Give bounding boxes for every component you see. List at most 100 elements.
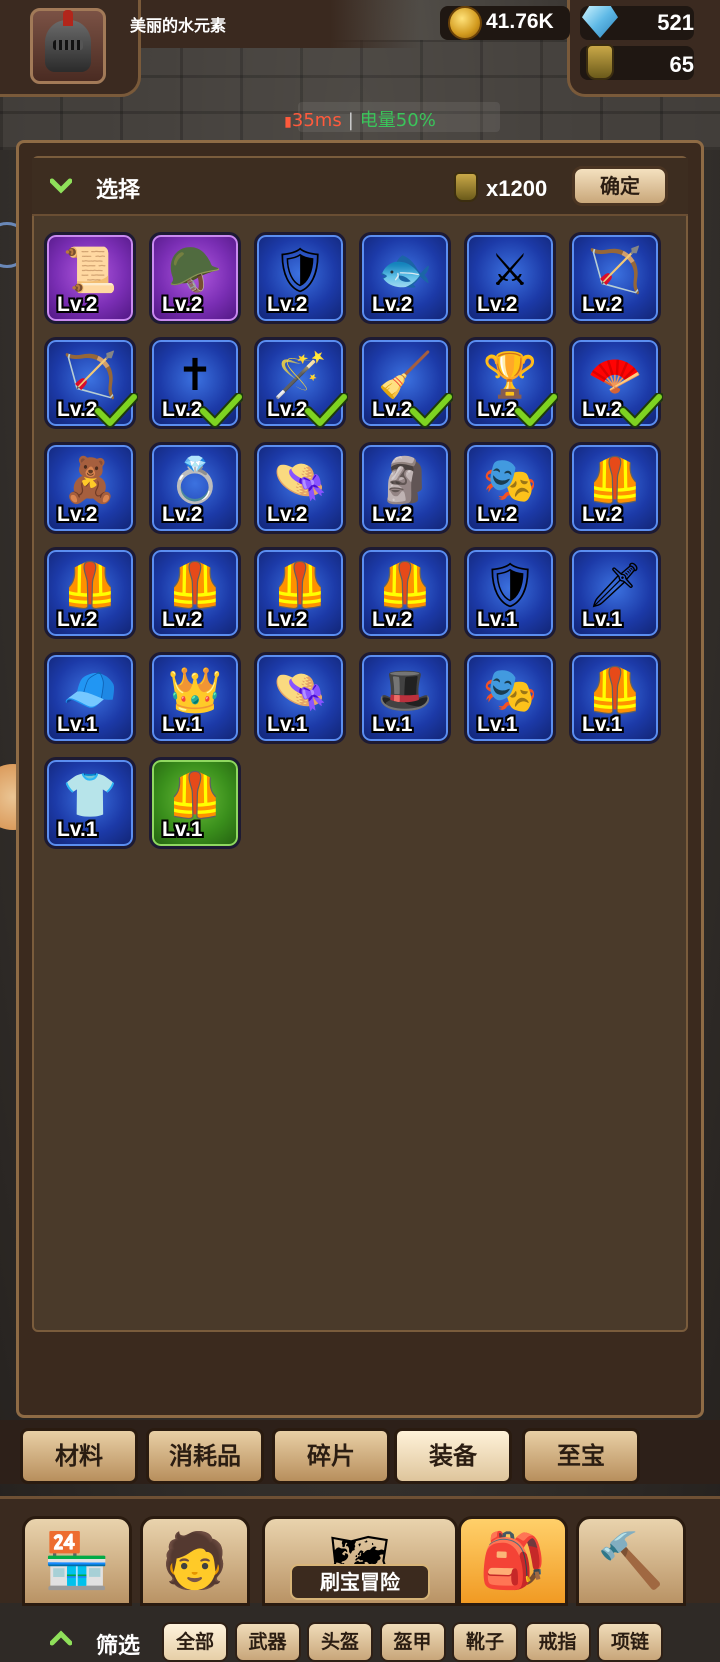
category-tab[interactable]: 材料 xyxy=(20,1428,138,1484)
wig-helmet-icon: 🗿 xyxy=(377,455,433,506)
white-cap-icon: 🧢 xyxy=(62,665,118,716)
item-slot[interactable]: 🦺 Lv.2 xyxy=(149,547,241,639)
item-level: Lv.2 xyxy=(162,503,203,526)
filter-tab[interactable]: 项链 xyxy=(597,1622,663,1662)
mask-icon: 🎭 xyxy=(482,665,538,716)
item-level: Lv.1 xyxy=(57,818,98,841)
filter-tab[interactable]: 戒指 xyxy=(524,1622,591,1662)
item-level: Lv.2 xyxy=(57,503,98,526)
item-slot[interactable]: 🎭 Lv.1 xyxy=(464,652,556,744)
item-slot[interactable]: 🦺 Lv.2 xyxy=(359,547,451,639)
gold-armor-icon: 🦺 xyxy=(167,770,223,821)
filter-tab[interactable]: 头盔 xyxy=(307,1622,373,1662)
filter-tab[interactable]: 武器 xyxy=(234,1622,301,1662)
item-slot[interactable]: 🪖 Lv.2 xyxy=(149,232,241,324)
item-slot[interactable]: 🦺 Lv.1 xyxy=(569,652,661,744)
item-slot[interactable]: 🎩 Lv.1 xyxy=(359,652,451,744)
confirm-button[interactable]: 确定 xyxy=(572,166,668,206)
chevron-up-icon[interactable] xyxy=(50,1628,72,1650)
forge-icon: 🔨 xyxy=(597,1529,665,1592)
checkmark-icon xyxy=(199,393,243,428)
item-slot[interactable]: 🧢 Lv.1 xyxy=(44,652,136,744)
item-grid-area xyxy=(32,156,688,1332)
item-slot[interactable]: 👒 Lv.1 xyxy=(254,652,346,744)
tiara-icon: 👑 xyxy=(167,665,223,716)
status-divider: | xyxy=(347,110,354,131)
item-level: Lv.2 xyxy=(477,503,518,526)
checkmark-icon xyxy=(409,393,453,428)
item-slot[interactable]: 🐟 Lv.2 xyxy=(359,232,451,324)
category-tab[interactable]: 至宝 xyxy=(522,1428,640,1484)
item-slot[interactable]: 👑 Lv.1 xyxy=(149,652,241,744)
ping-value: 35ms xyxy=(291,110,342,131)
filter-tab[interactable]: 全部 xyxy=(162,1622,228,1662)
lava-armor-icon: 🦺 xyxy=(587,455,643,506)
item-level: Lv.2 xyxy=(267,293,308,316)
checkmark-icon xyxy=(94,393,138,428)
select-title: 选择 xyxy=(96,178,141,203)
item-slot[interactable]: 👒 Lv.2 xyxy=(254,442,346,534)
item-slot[interactable]: 💍 Lv.2 xyxy=(149,442,241,534)
straw-hat-icon: 👒 xyxy=(272,455,328,506)
pink-armor-icon: 🦺 xyxy=(62,560,118,611)
light-saber-icon: ⚔ xyxy=(490,245,530,296)
player-name: 美丽的水元素 xyxy=(130,16,227,35)
gem-amount: 521 xyxy=(657,10,694,35)
gold-coin-icon xyxy=(448,6,482,40)
item-slot[interactable]: 🦺 Lv.2 xyxy=(569,442,661,534)
item-level: Lv.2 xyxy=(477,398,518,421)
cost-amount: x1200 xyxy=(486,176,548,201)
gold-amount: 41.76K xyxy=(486,10,554,33)
item-slot[interactable]: 🦺 Lv.2 xyxy=(254,547,346,639)
item-slot[interactable]: 🦺 Lv.1 xyxy=(149,757,241,849)
adventure-label: 刷宝冒险 xyxy=(290,1564,430,1600)
item-slot[interactable]: 🛡 Lv.1 xyxy=(464,547,556,639)
item-slot[interactable]: 🏹 Lv.2 xyxy=(569,232,661,324)
filter-tab[interactable]: 靴子 xyxy=(452,1622,518,1662)
item-slot[interactable]: 🗡 Lv.1 xyxy=(569,547,661,639)
item-slot[interactable]: 🦺 Lv.2 xyxy=(44,547,136,639)
item-slot[interactable]: 🧸 Lv.2 xyxy=(44,442,136,534)
item-slot[interactable]: 🗿 Lv.2 xyxy=(359,442,451,534)
item-level: Lv.1 xyxy=(582,713,623,736)
straw-hat-icon: 👒 xyxy=(272,665,328,716)
item-slot[interactable]: 🎭 Lv.2 xyxy=(464,442,556,534)
item-level: Lv.2 xyxy=(267,503,308,526)
bag-icon: 🎒 xyxy=(479,1529,547,1592)
filter-title: 筛选 xyxy=(96,1634,141,1659)
potion-icon xyxy=(586,44,614,80)
item-level: Lv.2 xyxy=(162,398,203,421)
item-slot[interactable]: ⚔ Lv.2 xyxy=(464,232,556,324)
witch-hat-icon: 🎩 xyxy=(377,665,433,716)
category-tab[interactable]: 消耗品 xyxy=(146,1428,264,1484)
item-level: Lv.2 xyxy=(267,608,308,631)
checkmark-icon xyxy=(619,393,663,428)
item-level: Lv.2 xyxy=(57,398,98,421)
item-level: Lv.1 xyxy=(162,818,203,841)
battery-value: 电量50% xyxy=(359,110,436,131)
shop-icon: 🏪 xyxy=(43,1529,111,1592)
plate-armor-icon: 🦺 xyxy=(167,560,223,611)
spiked-armor-icon: 🦺 xyxy=(587,665,643,716)
swordfish-icon: 🐟 xyxy=(377,245,433,296)
item-level: Lv.2 xyxy=(477,293,518,316)
item-level: Lv.2 xyxy=(582,503,623,526)
item-level: Lv.2 xyxy=(162,608,203,631)
chevron-down-icon[interactable] xyxy=(50,174,72,196)
item-level: Lv.2 xyxy=(582,398,623,421)
potion-cost-icon xyxy=(454,172,478,202)
item-level: Lv.1 xyxy=(477,608,518,631)
avatar[interactable] xyxy=(30,8,106,84)
item-slot[interactable]: 📜 Lv.2 xyxy=(44,232,136,324)
category-tab[interactable]: 碎片 xyxy=(272,1428,390,1484)
item-level: Lv.2 xyxy=(57,608,98,631)
sword-icon: 🗡 xyxy=(587,560,643,611)
item-slot[interactable]: 🛡 Lv.2 xyxy=(254,232,346,324)
item-level: Lv.2 xyxy=(267,398,308,421)
item-level: Lv.2 xyxy=(582,293,623,316)
filter-tab[interactable]: 盔甲 xyxy=(379,1622,446,1662)
item-slot[interactable]: 👕 Lv.1 xyxy=(44,757,136,849)
category-tab[interactable]: 装备 xyxy=(394,1428,512,1484)
item-level: Lv.1 xyxy=(582,608,623,631)
gingerbread-icon: 🧸 xyxy=(62,455,118,506)
